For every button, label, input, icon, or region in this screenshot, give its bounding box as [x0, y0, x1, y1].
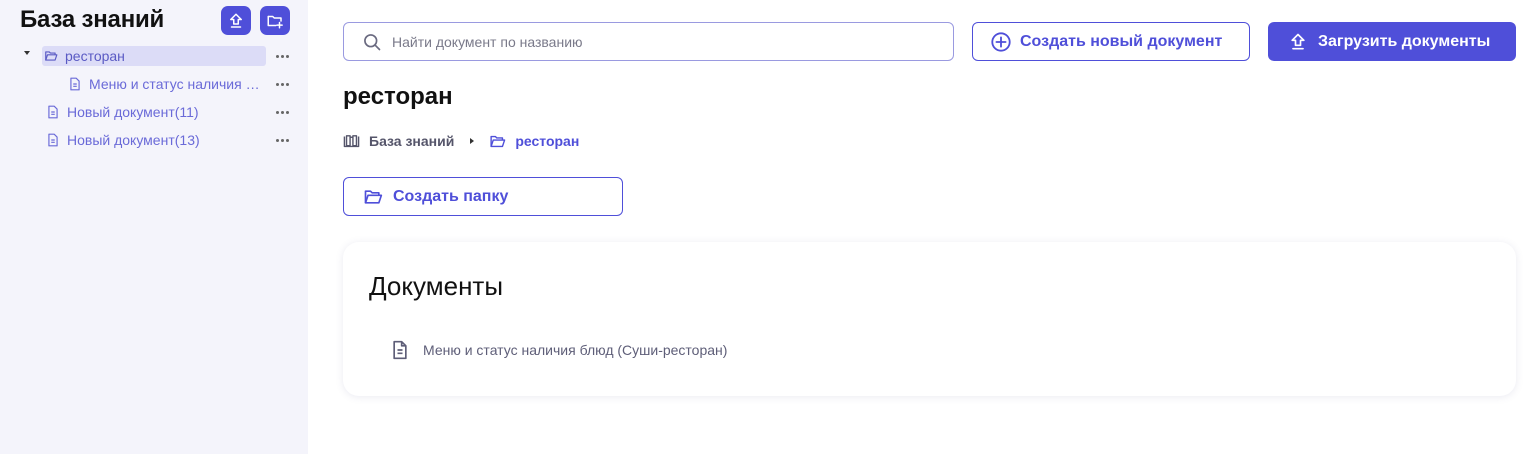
breadcrumb-item-current[interactable]: ресторан: [489, 133, 579, 150]
breadcrumb-label: ресторан: [515, 133, 580, 149]
create-folder-button[interactable]: Создать папку: [343, 177, 623, 216]
documents-card: Документы Меню и статус наличия блюд (Су…: [343, 242, 1516, 396]
folder-plus-icon: [267, 15, 283, 28]
tree-item-label: Меню и статус наличия блюд (Суши-рестора…: [89, 76, 262, 92]
sidebar: База знаний ресторан Меню и статус налич…: [0, 0, 308, 454]
more-options-icon[interactable]: [275, 130, 289, 150]
search-icon: [364, 33, 381, 50]
tree-item-document[interactable]: Меню и статус наличия блюд (Суши-рестора…: [68, 74, 262, 94]
page-title: ресторан: [343, 83, 453, 110]
more-options-icon[interactable]: [275, 102, 289, 122]
upload-documents-label: Загрузить документы: [1318, 32, 1491, 50]
breadcrumb-label: База знаний: [369, 133, 455, 149]
add-folder-button[interactable]: [260, 6, 290, 35]
sidebar-title: База знаний: [20, 6, 165, 33]
expand-caret-icon[interactable]: [24, 51, 30, 55]
document-icon: [46, 105, 60, 119]
breadcrumb-item-root[interactable]: База знаний: [343, 133, 454, 150]
documents-heading: Документы: [369, 271, 504, 301]
folder-open-icon: [364, 189, 383, 204]
document-icon: [68, 77, 82, 91]
tree-item-label: Новый документ(11): [67, 104, 199, 120]
tree-item-document[interactable]: Новый документ(13): [46, 130, 266, 150]
folder-open-icon: [490, 135, 506, 147]
tree-item-label: ресторан: [65, 48, 125, 64]
breadcrumb-separator-icon: [470, 138, 475, 144]
more-options-icon[interactable]: [275, 74, 289, 94]
create-document-button[interactable]: Создать новый документ: [972, 22, 1250, 61]
plus-circle-icon: [991, 31, 1011, 52]
upload-button[interactable]: [221, 6, 251, 35]
tree-item-folder[interactable]: ресторан: [42, 46, 266, 66]
book-icon: [343, 134, 360, 147]
document-label: Меню и статус наличия блюд (Суши-рестора…: [423, 342, 728, 358]
search-input[interactable]: [392, 33, 912, 50]
more-options-icon[interactable]: [275, 46, 289, 66]
upload-icon: [1291, 33, 1305, 50]
search-field[interactable]: [343, 22, 954, 61]
tree-item-label: Новый документ(13): [67, 132, 200, 148]
upload-icon: [230, 13, 242, 28]
create-document-label: Создать новый документ: [1020, 32, 1223, 50]
document-icon: [393, 340, 407, 360]
upload-documents-button[interactable]: Загрузить документы: [1268, 22, 1516, 61]
create-folder-label: Создать папку: [393, 187, 509, 205]
document-list-item[interactable]: Меню и статус наличия блюд (Суши-рестора…: [390, 340, 727, 360]
breadcrumb: База знаний ресторан: [343, 131, 579, 151]
tree-item-document[interactable]: Новый документ(11): [46, 102, 266, 122]
folder-open-icon: [44, 49, 58, 63]
document-icon: [46, 133, 60, 147]
